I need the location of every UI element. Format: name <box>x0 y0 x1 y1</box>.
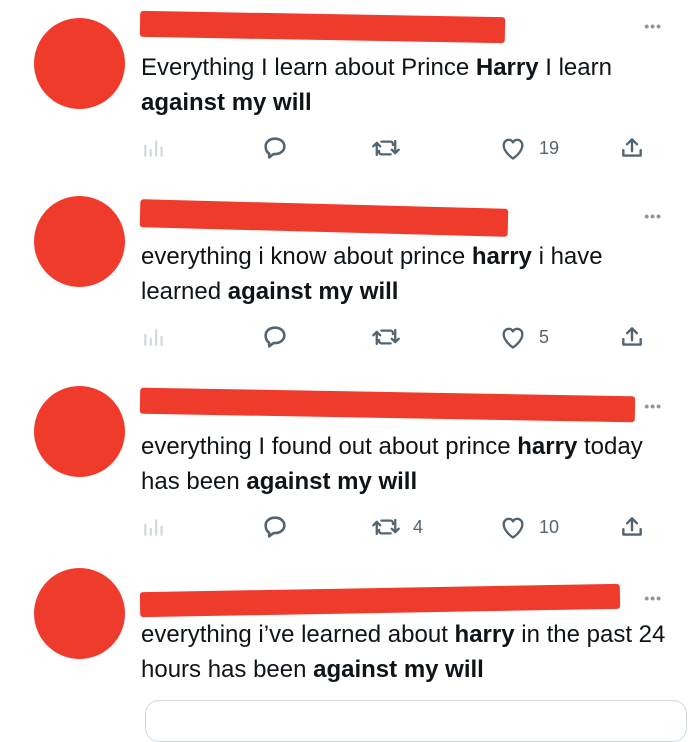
reply-icon <box>264 137 286 159</box>
like-count: 5 <box>539 326 550 347</box>
tweet-actions: 5 <box>141 322 651 352</box>
analytics-button[interactable] <box>141 322 167 352</box>
tweet-text: Everything I learn about Prince Harry I … <box>141 54 612 116</box>
avatar[interactable] <box>34 386 125 477</box>
tweet-actions: 4 10 <box>141 512 651 542</box>
like-count: 10 <box>539 516 560 537</box>
retweet-icon <box>372 139 400 157</box>
like-button[interactable]: 19 <box>499 133 559 163</box>
redacted-username <box>139 387 636 423</box>
share-button[interactable] <box>619 133 645 163</box>
tweet-text: everything i’ve learned about harry in t… <box>141 621 666 683</box>
avatar[interactable] <box>34 196 125 287</box>
share-button[interactable] <box>619 512 645 542</box>
share-icon <box>622 517 642 536</box>
avatar[interactable] <box>34 18 125 109</box>
like-button[interactable]: 5 <box>499 322 549 352</box>
like-count: 19 <box>539 137 560 158</box>
tweet[interactable]: ••• everything i know about prince harry… <box>0 186 700 377</box>
quoted-tweet-card[interactable] <box>145 700 687 742</box>
tweet[interactable]: ••• everything i’ve learned about harry … <box>0 564 700 715</box>
retweet-icon <box>372 328 400 346</box>
tweet[interactable]: ••• Everything I learn about Prince Harr… <box>0 0 700 187</box>
analytics-icon <box>144 519 163 536</box>
share-icon <box>622 138 642 157</box>
heart-icon <box>502 138 524 160</box>
share-button[interactable] <box>619 322 645 352</box>
analytics-icon <box>144 140 163 157</box>
more-options-button[interactable]: ••• <box>644 18 662 34</box>
redacted-username <box>139 199 509 237</box>
analytics-button[interactable] <box>141 512 167 542</box>
retweet-count: 4 <box>413 516 424 537</box>
reply-button[interactable] <box>261 512 301 542</box>
retweet-button[interactable]: 4 <box>371 512 423 542</box>
more-options-button[interactable]: ••• <box>644 208 662 224</box>
retweet-button[interactable] <box>371 322 413 352</box>
analytics-button[interactable] <box>141 133 167 163</box>
tweet-text: everything I found out about prince harr… <box>141 433 643 495</box>
reply-icon <box>264 326 286 348</box>
more-options-button[interactable]: ••• <box>644 590 662 606</box>
avatar[interactable] <box>34 568 125 659</box>
heart-icon <box>502 517 524 539</box>
reply-icon <box>264 516 286 538</box>
reply-button[interactable] <box>261 322 301 352</box>
heart-icon <box>502 327 524 349</box>
retweet-button[interactable] <box>371 133 413 163</box>
redacted-username <box>139 583 621 618</box>
tweet-actions: 19 <box>141 133 651 163</box>
like-button[interactable]: 10 <box>499 512 559 542</box>
reply-button[interactable] <box>261 133 301 163</box>
redacted-username <box>139 10 506 44</box>
retweet-icon <box>372 518 400 536</box>
analytics-icon <box>144 329 163 346</box>
tweet[interactable]: ••• everything I found out about prince … <box>0 376 700 565</box>
share-icon <box>622 327 642 346</box>
more-options-button[interactable]: ••• <box>644 398 662 414</box>
tweet-text: everything i know about prince harry i h… <box>141 243 603 305</box>
